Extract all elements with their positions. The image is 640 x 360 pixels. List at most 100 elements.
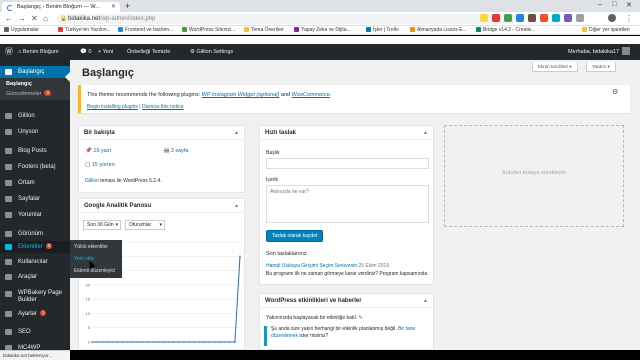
sidebar-item-plugins[interactable]: Eklentiler 3 — [0, 241, 70, 253]
clear-cache-link[interactable]: Önbelleği Temizle — [127, 44, 170, 60]
collapse-icon[interactable]: ▲ — [234, 126, 239, 140]
new-content-link[interactable]: + Yeni — [98, 44, 113, 60]
sidebar-item-appearance[interactable]: Görünüm — [0, 228, 70, 240]
notice-gear-icon[interactable]: ⚙ — [612, 88, 618, 96]
wpbakery-icon — [5, 291, 12, 297]
sidebar-item-gillion[interactable]: Gillion — [0, 110, 70, 122]
bookmark-item[interactable]: Yapay Zeka ve Dijita... — [294, 26, 351, 35]
bookmark-item[interactable]: Tema Önerileri — [244, 26, 284, 35]
bookmark-item[interactable]: İşler | Trello — [366, 26, 399, 35]
sidebar-item-footers[interactable]: Footers (beta) — [0, 161, 70, 173]
draft-link[interactable]: Hamdi Ulukaya Girişimi Seçim Serüvenin — [266, 263, 357, 269]
account-menu[interactable]: Merhaba, bidakika17 — [568, 44, 631, 60]
save-draft-button[interactable]: Taslak olarak kaydet — [266, 230, 324, 242]
data-point — [167, 341, 170, 343]
comment-icon: ▢ — [85, 162, 92, 168]
theme-link[interactable]: Gillion — [85, 178, 99, 184]
unyson-icon — [5, 129, 12, 135]
extension-icon[interactable] — [504, 14, 512, 22]
sidebar-item-pages[interactable]: Sayfalar — [0, 193, 70, 205]
submenu-home[interactable]: Başlangıç — [6, 81, 32, 87]
extension-icon[interactable] — [492, 14, 500, 22]
other-bookmarks[interactable]: Diğer yer işaretleri — [582, 26, 630, 35]
gillion-settings-link[interactable]: ⚙ Gillion Settings — [190, 44, 233, 60]
sidebar-item-settings[interactable]: Ayarlar 1 — [0, 308, 70, 320]
bookmark-item[interactable]: WordPress Sitenizi... — [182, 26, 235, 35]
folder-icon — [582, 27, 587, 32]
browser-tab[interactable]: Başlangıç ‹ Benim Bloğum — W... ✕ — [2, 2, 120, 12]
sidebar-item-blog-posts[interactable]: Blog Posts — [0, 145, 70, 157]
wordpress-logo-icon[interactable]: Ⓦ — [5, 44, 13, 60]
flyout-plugin-editor[interactable]: Eklenti düzenleyici — [74, 268, 115, 274]
screen-options-button[interactable]: Ekran tercihleri ▾ — [532, 62, 578, 72]
gillion-icon — [5, 113, 12, 119]
site-name-link[interactable]: ⌂ Benim Bloğum — [18, 44, 59, 60]
menu-icon[interactable]: ⋮ — [625, 14, 633, 23]
extension-icon[interactable] — [528, 14, 536, 22]
pages-count[interactable]: ▤ 3 sayfa — [164, 148, 188, 154]
sidebar-item-unyson[interactable]: Unyson — [0, 126, 70, 138]
submenu-updates[interactable]: Güncellemeler 3 — [6, 90, 51, 97]
bookmark-item[interactable]: Uygulamalar — [4, 26, 39, 35]
profile-icon[interactable] — [608, 14, 616, 22]
sidebar-item-comments[interactable]: Yorumlar — [0, 209, 70, 221]
back-icon[interactable]: ← — [5, 14, 13, 23]
forward-icon[interactable]: → — [18, 14, 26, 23]
plugins-badge: 3 — [45, 243, 53, 249]
metric-select[interactable]: Oturumlar — [125, 220, 165, 230]
tab-title: Başlangıç ‹ Benim Bloğum — W... — [17, 4, 100, 10]
bookmark-icon — [410, 27, 415, 32]
extension-icon[interactable] — [564, 14, 572, 22]
draft-content-textarea[interactable]: Aklınızda ne var? — [266, 185, 429, 223]
edit-location-icon[interactable]: ✎ — [358, 315, 362, 321]
sidebar-item-tools[interactable]: Araçlar — [0, 271, 70, 283]
collapse-icon[interactable]: ▲ — [423, 294, 428, 308]
close-icon[interactable]: ✕ — [31, 14, 38, 23]
active-menu-arrow — [65, 72, 70, 82]
sidebar-item-users[interactable]: Kullanıcılar — [0, 256, 70, 268]
comments-count[interactable]: ▢ 15 yorum — [85, 162, 115, 168]
woocommerce-link[interactable]: WooCommerce — [292, 92, 330, 98]
sidebar-item-seo[interactable]: SEO — [0, 326, 70, 338]
new-tab-button[interactable]: + — [125, 2, 130, 11]
instagram-widget-link[interactable]: WP Instagram Widget (optional) — [202, 92, 280, 98]
url-domain: bidakika.net — [68, 16, 101, 22]
extension-icon[interactable] — [552, 14, 560, 22]
brush-icon — [5, 231, 12, 237]
extension-icon[interactable] — [540, 14, 548, 22]
drop-zone: Kutuları buraya sürükleyin — [444, 125, 624, 227]
bookmark-item[interactable]: Bridge v14.2 - Creativ... — [476, 26, 535, 35]
sidebar-item-wpbakery[interactable]: WPBakery Page Builder — [0, 288, 70, 306]
minimize-icon[interactable]: – — [598, 1, 602, 8]
page-icon — [5, 196, 12, 202]
sidebar-item-media[interactable]: Ortam — [0, 177, 70, 189]
close-tab-icon[interactable]: ✕ — [111, 2, 116, 12]
maximize-icon[interactable]: □ — [612, 1, 616, 8]
draft-excerpt: Bu programı ilk ne zaman görmeye karar v… — [266, 271, 429, 277]
bookmark-item[interactable]: Frontend ve backen... — [118, 26, 173, 35]
draft-title-input[interactable] — [266, 158, 429, 169]
help-button[interactable]: Yardım ▾ — [586, 62, 616, 72]
bookmarks-bar: Uygulamalar Türkiye'nin Yazılım... Front… — [0, 26, 640, 35]
begin-installing-link[interactable]: Begin installing plugins — [87, 104, 138, 110]
bookmark-item[interactable]: Almanyada Lisans E... — [410, 26, 467, 35]
data-point — [137, 341, 139, 343]
close-window-icon[interactable]: ✕ — [626, 1, 632, 9]
extension-icon[interactable] — [516, 14, 524, 22]
comments-link[interactable]: 💬 0 — [80, 44, 91, 60]
period-select[interactable]: Son 30 Gün — [83, 220, 121, 230]
extension-icon[interactable] — [576, 14, 584, 22]
data-point — [172, 341, 175, 343]
collapse-icon[interactable]: ▲ — [234, 199, 239, 213]
sidebar-item-dashboard[interactable]: Başlangıç — [0, 66, 70, 78]
notice-text: This theme recommends the following plug… — [87, 92, 332, 98]
star-icon[interactable] — [480, 14, 488, 22]
home-icon[interactable]: ⌂ — [43, 14, 48, 23]
bookmark-icon — [58, 27, 63, 32]
collapse-icon[interactable]: ▲ — [423, 126, 428, 140]
dismiss-notice-link[interactable]: Dismiss this notice — [142, 104, 183, 110]
posts-count[interactable]: 📌 16 yazı — [85, 148, 111, 154]
bookmark-item[interactable]: Türkiye'nin Yazılım... — [58, 26, 111, 35]
flyout-installed-plugins[interactable]: Yüklü eklentiler — [74, 244, 108, 250]
url-input[interactable]: 🔒 bidakika.net/wp-admin/index.php — [56, 14, 516, 24]
